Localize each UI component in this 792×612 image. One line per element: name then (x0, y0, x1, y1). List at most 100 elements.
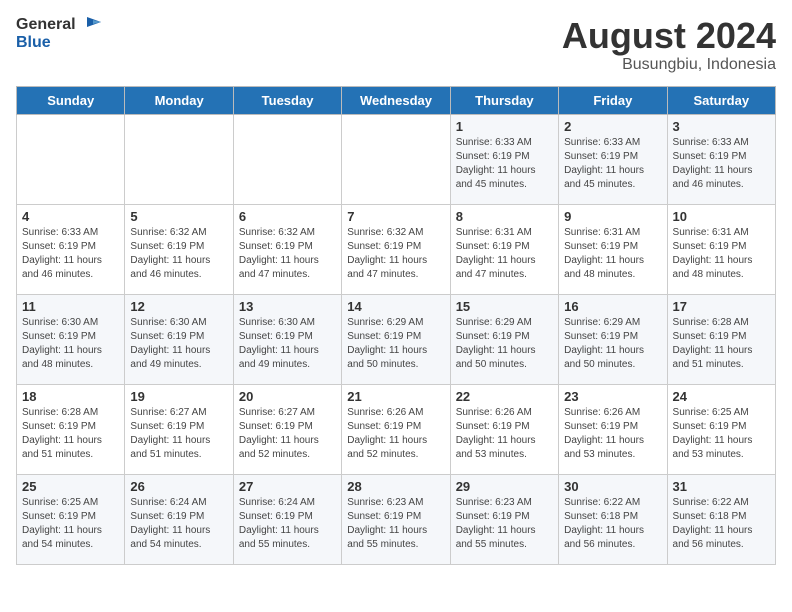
calendar-day-cell: 13 Sunrise: 6:30 AMSunset: 6:19 PMDayligh… (233, 294, 341, 384)
day-number: 3 (673, 119, 770, 134)
day-info: Sunrise: 6:30 AMSunset: 6:19 PMDaylight:… (22, 316, 119, 372)
day-number: 17 (673, 299, 770, 314)
calendar-week-row: 1 Sunrise: 6:33 AMSunset: 6:19 PMDaylight… (17, 114, 776, 204)
day-info: Sunrise: 6:26 AMSunset: 6:19 PMDaylight:… (347, 406, 444, 462)
day-info: Sunrise: 6:24 AMSunset: 6:19 PMDaylight:… (130, 496, 227, 552)
calendar-week-row: 25Sunrise: 6:25 AMSunset: 6:19 PMDayligh… (17, 474, 776, 564)
day-number: 2 (564, 119, 661, 134)
calendar-day-cell (17, 114, 125, 204)
day-number: 19 (130, 389, 227, 404)
weekday-header: Thursday (450, 86, 558, 114)
calendar-week-row: 18 Sunrise: 6:28 AMSunset: 6:19 PMDayligh… (17, 384, 776, 474)
calendar-day-cell: 17 Sunrise: 6:28 AMSunset: 6:19 PMDayligh… (667, 294, 775, 384)
calendar-day-cell: 31 Sunrise: 6:22 AMSunset: 6:18 PMDayligh… (667, 474, 775, 564)
day-number: 30 (564, 479, 661, 494)
calendar-day-cell: 3Sunrise: 6:33 AMSunset: 6:19 PMDaylight… (667, 114, 775, 204)
page-header: General Blue August 2024 Busungbiu, Indo… (16, 16, 776, 74)
weekday-header: Sunday (17, 86, 125, 114)
day-info: Sunrise: 6:30 AMSunset: 6:19 PMDaylight:… (130, 316, 227, 372)
calendar-table: SundayMondayTuesdayWednesdayThursdayFrid… (16, 86, 776, 565)
calendar-day-cell: 16 Sunrise: 6:29 AMSunset: 6:19 PMDayligh… (559, 294, 667, 384)
calendar-header: SundayMondayTuesdayWednesdayThursdayFrid… (17, 86, 776, 114)
calendar-day-cell (125, 114, 233, 204)
day-number: 20 (239, 389, 336, 404)
weekday-header: Wednesday (342, 86, 450, 114)
day-info: Sunrise: 6:29 AMSunset: 6:19 PMDaylight:… (456, 316, 553, 372)
day-info: Sunrise: 6:22 AMSunset: 6:18 PMDaylight:… (564, 496, 661, 552)
day-info: Sunrise: 6:32 AMSunset: 6:19 PMDaylight:… (239, 226, 336, 282)
calendar-day-cell: 22 Sunrise: 6:26 AMSunset: 6:19 PMDayligh… (450, 384, 558, 474)
weekday-header: Monday (125, 86, 233, 114)
calendar-day-cell: 18 Sunrise: 6:28 AMSunset: 6:19 PMDayligh… (17, 384, 125, 474)
title-block: August 2024 Busungbiu, Indonesia (562, 16, 776, 74)
calendar-week-row: 11 Sunrise: 6:30 AMSunset: 6:19 PMDayligh… (17, 294, 776, 384)
calendar-day-cell: 28 Sunrise: 6:23 AMSunset: 6:19 PMDayligh… (342, 474, 450, 564)
calendar-week-row: 4 Sunrise: 6:33 AMSunset: 6:19 PMDaylight… (17, 204, 776, 294)
day-info: Sunrise: 6:31 AMSunset: 6:19 PMDaylight:… (673, 226, 770, 282)
day-number: 25 (22, 479, 119, 494)
day-number: 31 (673, 479, 770, 494)
calendar-day-cell: 9 Sunrise: 6:31 AMSunset: 6:19 PMDaylight… (559, 204, 667, 294)
calendar-body: 1 Sunrise: 6:33 AMSunset: 6:19 PMDaylight… (17, 114, 776, 564)
day-number: 13 (239, 299, 336, 314)
day-info: Sunrise: 6:26 AMSunset: 6:19 PMDaylight:… (564, 406, 661, 462)
day-number: 12 (130, 299, 227, 314)
day-number: 27 (239, 479, 336, 494)
day-number: 23 (564, 389, 661, 404)
day-info: Sunrise: 6:25 AMSunset: 6:19 PMDaylight:… (673, 406, 770, 462)
day-number: 1 (456, 119, 553, 134)
calendar-day-cell: 23 Sunrise: 6:26 AMSunset: 6:19 PMDayligh… (559, 384, 667, 474)
day-number: 21 (347, 389, 444, 404)
calendar-day-cell: 21 Sunrise: 6:26 AMSunset: 6:19 PMDayligh… (342, 384, 450, 474)
day-info: Sunrise: 6:26 AMSunset: 6:19 PMDaylight:… (456, 406, 553, 462)
day-info: Sunrise: 6:32 AMSunset: 6:19 PMDaylight:… (130, 226, 227, 282)
day-info: Sunrise: 6:31 AMSunset: 6:19 PMDaylight:… (564, 226, 661, 282)
calendar-day-cell (233, 114, 341, 204)
day-info: Sunrise: 6:27 AMSunset: 6:19 PMDaylight:… (239, 406, 336, 462)
calendar-day-cell: 26Sunrise: 6:24 AMSunset: 6:19 PMDayligh… (125, 474, 233, 564)
calendar-day-cell: 7Sunrise: 6:32 AMSunset: 6:19 PMDaylight… (342, 204, 450, 294)
day-number: 28 (347, 479, 444, 494)
weekday-row: SundayMondayTuesdayWednesdayThursdayFrid… (17, 86, 776, 114)
day-info: Sunrise: 6:33 AMSunset: 6:19 PMDaylight:… (564, 136, 661, 192)
day-number: 6 (239, 209, 336, 224)
day-number: 4 (22, 209, 119, 224)
logo-text-blue: Blue (16, 34, 51, 52)
day-number: 16 (564, 299, 661, 314)
day-info: Sunrise: 6:28 AMSunset: 6:19 PMDaylight:… (673, 316, 770, 372)
day-number: 15 (456, 299, 553, 314)
day-number: 29 (456, 479, 553, 494)
calendar-day-cell: 6 Sunrise: 6:32 AMSunset: 6:19 PMDaylight… (233, 204, 341, 294)
day-info: Sunrise: 6:22 AMSunset: 6:18 PMDaylight:… (673, 496, 770, 552)
day-info: Sunrise: 6:31 AMSunset: 6:19 PMDaylight:… (456, 226, 553, 282)
weekday-header: Tuesday (233, 86, 341, 114)
day-info: Sunrise: 6:33 AMSunset: 6:19 PMDaylight:… (456, 136, 553, 192)
day-info: Sunrise: 6:29 AMSunset: 6:19 PMDaylight:… (347, 316, 444, 372)
calendar-day-cell: 12 Sunrise: 6:30 AMSunset: 6:19 PMDayligh… (125, 294, 233, 384)
day-info: Sunrise: 6:33 AMSunset: 6:19 PMDaylight:… (22, 226, 119, 282)
calendar-day-cell: 20 Sunrise: 6:27 AMSunset: 6:19 PMDayligh… (233, 384, 341, 474)
day-number: 22 (456, 389, 553, 404)
calendar-day-cell: 24 Sunrise: 6:25 AMSunset: 6:19 PMDayligh… (667, 384, 775, 474)
calendar-day-cell: 11 Sunrise: 6:30 AMSunset: 6:19 PMDayligh… (17, 294, 125, 384)
calendar-day-cell: 27Sunrise: 6:24 AMSunset: 6:19 PMDayligh… (233, 474, 341, 564)
location-subtitle: Busungbiu, Indonesia (562, 56, 776, 74)
day-number: 9 (564, 209, 661, 224)
day-info: Sunrise: 6:23 AMSunset: 6:19 PMDaylight:… (456, 496, 553, 552)
day-info: Sunrise: 6:28 AMSunset: 6:19 PMDaylight:… (22, 406, 119, 462)
day-number: 24 (673, 389, 770, 404)
day-number: 5 (130, 209, 227, 224)
calendar-day-cell: 8 Sunrise: 6:31 AMSunset: 6:19 PMDaylight… (450, 204, 558, 294)
calendar-day-cell: 5 Sunrise: 6:32 AMSunset: 6:19 PMDaylight… (125, 204, 233, 294)
calendar-day-cell: 19 Sunrise: 6:27 AMSunset: 6:19 PMDayligh… (125, 384, 233, 474)
day-info: Sunrise: 6:23 AMSunset: 6:19 PMDaylight:… (347, 496, 444, 552)
weekday-header: Friday (559, 86, 667, 114)
day-number: 11 (22, 299, 119, 314)
day-number: 18 (22, 389, 119, 404)
day-number: 8 (456, 209, 553, 224)
calendar-day-cell: 4 Sunrise: 6:33 AMSunset: 6:19 PMDaylight… (17, 204, 125, 294)
day-info: Sunrise: 6:30 AMSunset: 6:19 PMDaylight:… (239, 316, 336, 372)
day-info: Sunrise: 6:29 AMSunset: 6:19 PMDaylight:… (564, 316, 661, 372)
day-info: Sunrise: 6:32 AMSunset: 6:19 PMDaylight:… (347, 226, 444, 282)
day-info: Sunrise: 6:27 AMSunset: 6:19 PMDaylight:… (130, 406, 227, 462)
